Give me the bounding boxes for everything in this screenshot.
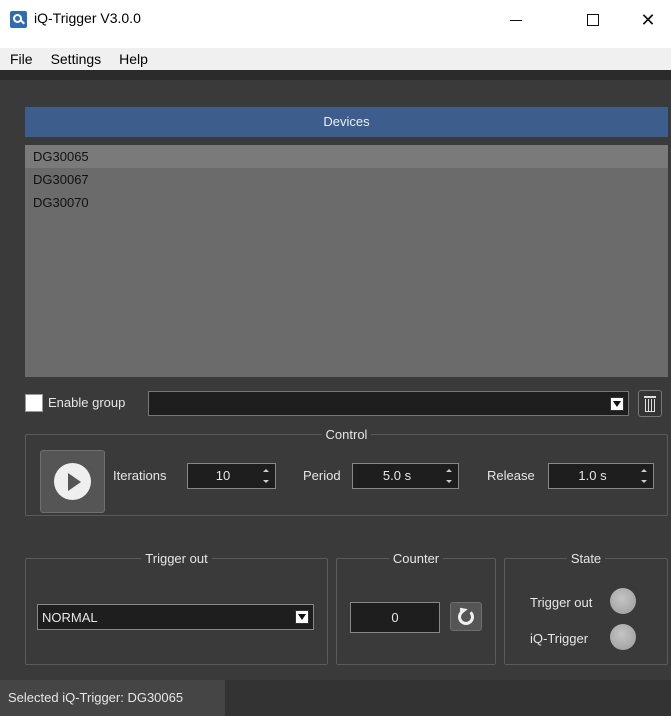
trigger-out-led-icon [610,588,636,614]
release-stepper[interactable] [637,466,651,486]
trigger-mode-select[interactable]: NORMAL [37,604,314,630]
control-title: Control [321,427,372,442]
status-text: Selected iQ-Trigger: DG30065 [0,680,225,716]
counter-title: Counter [388,551,444,566]
delete-group-button[interactable] [638,390,662,417]
play-icon [54,463,91,500]
app-logo-icon [10,11,27,28]
chevron-down-icon[interactable] [295,610,309,624]
close-button[interactable]: ✕ [625,0,671,40]
minimize-button[interactable] [493,0,539,40]
menu-settings[interactable]: Settings [41,48,110,70]
state-group: State Trigger out iQ-Trigger [504,551,668,665]
menu-file[interactable]: File [0,48,41,70]
trigger-out-group: Trigger out NORMAL [25,551,328,665]
device-item-dg30065[interactable]: DG30065 [25,145,668,168]
reset-icon [458,608,474,625]
release-spinbox[interactable]: 1.0 s [548,463,654,489]
trigger-out-title: Trigger out [141,551,212,566]
title-bar: iQ-Trigger V3.0.0 ✕ [0,0,671,48]
devices-header: Devices [25,107,668,137]
trigger-out-state-label: Trigger out [530,595,593,610]
device-item-dg30070[interactable]: DG30070 [25,191,668,214]
toolbar-strip [0,70,671,80]
iq-trigger-state-label: iQ-Trigger [530,631,589,646]
trigger-mode-value: NORMAL [42,610,98,625]
enable-group-label: Enable group [48,395,126,410]
menu-bar: File Settings Help [0,48,671,70]
group-select[interactable] [148,391,629,416]
maximize-button[interactable] [570,0,616,40]
iterations-label: Iterations [113,468,167,483]
reset-counter-button[interactable] [450,602,482,631]
period-spinbox[interactable]: 5.0 s [352,463,459,489]
iq-trigger-led-icon [610,624,636,650]
state-title: State [566,551,606,566]
chevron-down-icon[interactable] [610,397,624,411]
device-item-dg30067[interactable]: DG30067 [25,168,668,191]
period-value: 5.0 s [382,468,412,483]
minimize-icon [510,19,522,21]
iterations-spinbox[interactable]: 10 [187,463,276,489]
control-group: Control Iterations 10 Period 5.0 s Relea… [25,427,668,516]
release-value: 1.0 s [578,468,607,483]
devices-list[interactable]: DG30065 DG30067 DG30070 [25,145,668,377]
maximize-icon [587,14,599,26]
counter-group: Counter 0 [336,551,496,665]
menu-help[interactable]: Help [109,48,156,70]
enable-group-checkbox[interactable] [25,394,43,412]
release-label: Release [487,468,535,483]
close-icon: ✕ [640,9,656,30]
iterations-value: 10 [215,468,231,483]
window-title: iQ-Trigger V3.0.0 [34,10,141,26]
iterations-stepper[interactable] [259,466,273,486]
status-bar: Selected iQ-Trigger: DG30065 [0,680,671,716]
period-stepper[interactable] [442,466,456,486]
play-button[interactable] [40,450,105,513]
counter-value: 0 [350,602,440,633]
trash-icon [644,395,656,412]
period-label: Period [303,468,341,483]
